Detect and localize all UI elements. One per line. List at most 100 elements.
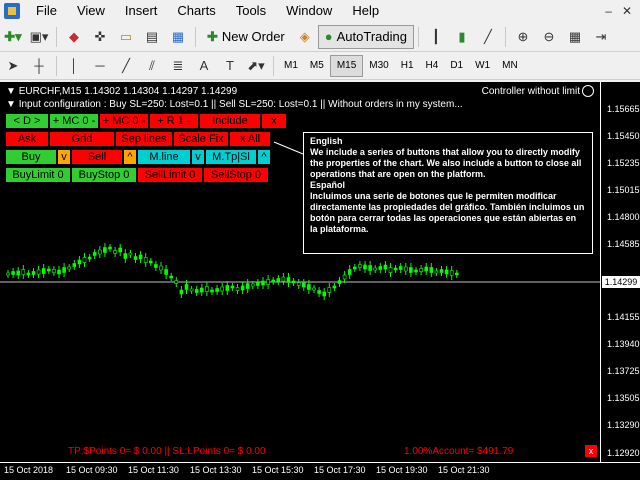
metaeditor-icon[interactable]: ◈ [294, 26, 316, 48]
bar-chart-icon[interactable]: ┃ [425, 26, 447, 48]
timeframe-m30[interactable]: M30 [363, 55, 394, 77]
time-tick: 15 Oct 15:30 [252, 465, 304, 475]
text-icon[interactable]: A [193, 55, 215, 77]
tile-windows-icon[interactable]: ▦ [564, 26, 586, 48]
candle-body [67, 266, 71, 270]
cursor-icon[interactable]: ➤ [2, 55, 24, 77]
sep-lines-button[interactable]: Sep lines [116, 132, 172, 146]
price-tick: 1.13290 [607, 420, 640, 430]
buy-button[interactable]: Buy [6, 150, 56, 164]
auto-scroll-icon[interactable]: ⇥ [590, 26, 612, 48]
candle-body [26, 272, 31, 276]
candle-body [449, 270, 454, 276]
menu-file[interactable]: File [26, 0, 67, 22]
timeframe-d1[interactable]: D1 [444, 55, 469, 77]
zoom-in-icon[interactable]: ⊕ [512, 26, 534, 48]
tester-icon[interactable]: ▦ [167, 26, 189, 48]
scale-fix-button[interactable]: Scale Fix [174, 132, 228, 146]
fibonacci-icon[interactable]: ≣ [167, 55, 189, 77]
candlestick-icon[interactable]: ▮ [451, 26, 473, 48]
candle-body [261, 280, 265, 286]
candle-body [342, 274, 347, 280]
crosshair-icon[interactable]: ┼ [28, 55, 50, 77]
time-axis: 15 Oct 2018 15 Oct 09:30 15 Oct 11:30 15… [0, 462, 640, 480]
buy-down-button[interactable]: v [58, 150, 70, 164]
close-all-button[interactable]: x All [230, 132, 270, 146]
timeframe-m15[interactable]: M15 [329, 54, 364, 77]
sellstop-button[interactable]: SellStop 0 [204, 168, 268, 182]
channel-icon[interactable]: ⫽ [141, 55, 163, 77]
candle-body [46, 268, 51, 272]
timeframe-mn[interactable]: MN [496, 55, 524, 77]
candle-body [256, 282, 260, 286]
menu-window[interactable]: Window [276, 0, 342, 22]
candle-body [429, 267, 434, 273]
candle-body [414, 269, 418, 273]
candle-body [11, 271, 15, 275]
menu-charts[interactable]: Charts [167, 0, 225, 22]
new-order-button[interactable]: ✚ New Order [200, 25, 292, 49]
candle-body [307, 284, 311, 290]
time-tick: 15 Oct 09:30 [66, 465, 118, 475]
controller-title: Controller without limit [481, 86, 580, 97]
autotrading-button[interactable]: ● AutoTrading [317, 24, 414, 49]
trendline-icon[interactable]: ╱ [115, 55, 137, 77]
buystop-button[interactable]: BuyStop 0 [72, 168, 136, 182]
chart-window[interactable]: ▼ EURCHF,M15 1.14302 1.14304 1.14297 1.1… [0, 82, 600, 462]
candle-body [383, 264, 388, 270]
arrows-icon[interactable]: ⬈▾ [245, 55, 267, 77]
autotrading-label: AutoTrading [336, 29, 407, 44]
time-tick: 15 Oct 13:30 [190, 465, 242, 475]
candle-body [98, 249, 102, 255]
mc-button-1[interactable]: + MC 0 - [50, 114, 98, 128]
menu-insert[interactable]: Insert [115, 0, 168, 22]
data-window-icon[interactable]: ✜ [89, 26, 111, 48]
line-chart-icon[interactable]: ╱ [477, 26, 499, 48]
horizontal-line-icon[interactable]: ─ [89, 55, 111, 77]
d-nav-button[interactable]: < D > [6, 114, 48, 128]
zoom-out-icon[interactable]: ⊖ [538, 26, 560, 48]
menu-view[interactable]: View [67, 0, 115, 22]
app-icon[interactable] [4, 3, 20, 19]
buylimit-button[interactable]: BuyLimit 0 [6, 168, 70, 182]
sell-up-button[interactable]: ^ [124, 150, 136, 164]
toolbar-divider [195, 26, 196, 47]
mline-down-button[interactable]: v [192, 150, 204, 164]
time-tick: 15 Oct 17:30 [314, 465, 366, 475]
profiles-icon[interactable]: ▣▾ [28, 26, 50, 48]
include-button[interactable]: Include [200, 114, 260, 128]
close-x-button[interactable]: x [262, 114, 286, 128]
tooltip-en-title: English [310, 136, 343, 146]
grid-button[interactable]: Grid [50, 132, 114, 146]
sell-button[interactable]: Sell [72, 150, 122, 164]
timeframe-m5[interactable]: M5 [304, 55, 330, 77]
mc-button-2[interactable]: + MC 0 - [100, 114, 148, 128]
timeframe-w1[interactable]: W1 [469, 55, 496, 77]
timeframe-h4[interactable]: H4 [420, 55, 445, 77]
price-tick: 1.15665 [607, 104, 640, 114]
navigator-icon[interactable]: ▭ [115, 26, 137, 48]
current-price-label: 1.14299 [602, 276, 640, 288]
close-icon[interactable]: ✕ [622, 4, 632, 18]
close-panel-icon[interactable]: x [585, 445, 597, 457]
selllimit-button[interactable]: SellLimit 0 [138, 168, 202, 182]
mtpsl-button[interactable]: M.Tp|Sl [206, 150, 256, 164]
mline-button[interactable]: M.line [138, 150, 190, 164]
label-icon[interactable]: T [219, 55, 241, 77]
r-button[interactable]: + R 1 - [150, 114, 198, 128]
menu-help[interactable]: Help [342, 0, 389, 22]
timeframe-h1[interactable]: H1 [395, 55, 420, 77]
mtpsl-up-button[interactable]: ^ [258, 150, 270, 164]
candle-body [424, 266, 429, 272]
new-chart-icon[interactable]: ✚▾ [2, 26, 24, 48]
timeframe-m1[interactable]: M1 [278, 55, 304, 77]
minimize-icon[interactable]: – [605, 4, 612, 18]
toolbar-divider [56, 26, 57, 47]
candle-body [215, 288, 219, 292]
terminal-icon[interactable]: ▤ [141, 26, 163, 48]
market-watch-icon[interactable]: ◆ [63, 26, 85, 48]
menu-tools[interactable]: Tools [226, 0, 276, 22]
ask-button[interactable]: Ask [6, 132, 48, 146]
vertical-line-icon[interactable]: │ [63, 55, 85, 77]
tp-sl-status: TP:$Points 0= $ 0.00 || SL:LPoints 0= $ … [68, 446, 266, 457]
